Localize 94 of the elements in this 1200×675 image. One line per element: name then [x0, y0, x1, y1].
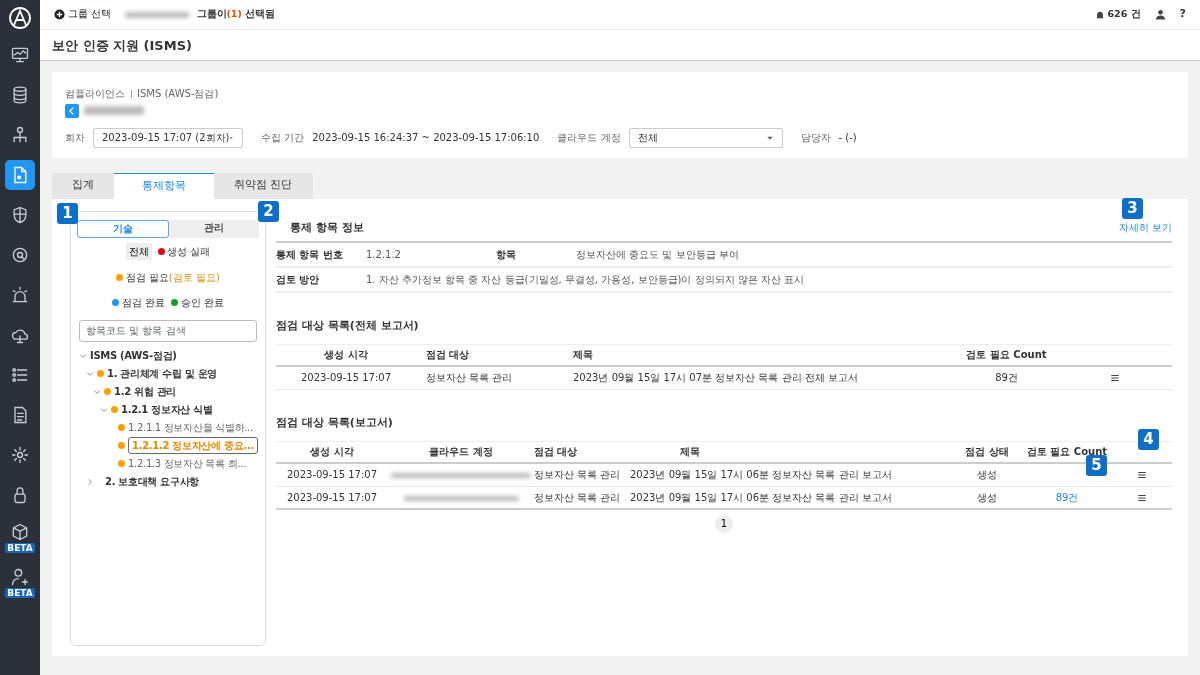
column-header: 점검 대상: [425, 348, 471, 363]
column-header: 검토 필요 Count: [965, 348, 1048, 363]
tab[interactable]: 취약점 진단: [214, 172, 313, 199]
field-label: 통제 항목 번호: [276, 247, 344, 262]
tab[interactable]: 집계: [52, 172, 114, 199]
group-select-button[interactable]: 그룹 선택: [54, 7, 111, 22]
column-header: 생성 시각: [309, 445, 355, 460]
tree-item[interactable]: 2. 보호대책 요구사항: [105, 474, 200, 489]
column-header: 생성 시각: [323, 348, 369, 363]
beta-badge: BETA: [5, 588, 35, 598]
legend-label[interactable]: 점검 완료: [121, 294, 165, 310]
count-link[interactable]: 89건: [1055, 491, 1079, 503]
cube-icon: [10, 522, 30, 542]
page-button[interactable]: 1: [715, 514, 733, 533]
person-icon: [10, 567, 30, 587]
column-header: 제목: [573, 348, 594, 363]
legend-label[interactable]: 점검 필요(검토 필요): [125, 269, 220, 285]
plus-icon: [54, 9, 65, 20]
table-cell-text: 생성: [976, 468, 998, 483]
alert-count[interactable]: 626 건: [1094, 7, 1141, 22]
tree-item[interactable]: 1. 관리체계 수립 및 운영: [107, 366, 218, 381]
table-cell-text: 2023년 09월 15일 17시 07분 정보자산 목록 관리 전체 보고서: [573, 371, 859, 386]
section-title: 통제 항목 정보: [290, 221, 364, 235]
filter-label: 수집 기간: [261, 131, 305, 145]
dropdown-field[interactable]: 2023-09-15 17:07 (2회차): [93, 127, 243, 148]
group-status-text: 그룹이(1) 선택됨: [196, 7, 276, 22]
filter-label: 담당자: [800, 131, 831, 145]
column-header: 점검 대상: [534, 445, 579, 460]
section-title: 점검 대상 목록(보고서): [276, 415, 394, 429]
tree-item[interactable]: 1.2.1 정보자산 식별: [121, 402, 213, 417]
table-cell-text: 2023-09-15 17:07: [299, 371, 393, 386]
field-label: 검토 방안: [276, 272, 321, 287]
page-title: 보안 인증 지원 (ISMS): [40, 30, 1200, 61]
field-value: 1. 자산 추가정보 항목 중 자산 등급(기밀성, 무결성, 가용성, 보안등급)이 정의되지 않은 자산 표시: [366, 272, 805, 287]
settings-icon: [10, 445, 30, 465]
field-value: 1.2.1.2: [366, 247, 402, 262]
tree-item[interactable]: 1.2.1.3 정보자산 목록 최...: [128, 456, 247, 471]
segment-button[interactable]: 기술: [77, 219, 169, 238]
sidebar-item[interactable]: BETA: [2, 520, 38, 555]
callout-badge: 2: [258, 201, 279, 222]
back-button[interactable]: [65, 103, 79, 118]
dropdown-field[interactable]: 전체: [628, 127, 783, 148]
sidebar-item[interactable]: [5, 160, 35, 190]
alarm-icon: [10, 285, 30, 305]
filter-value: - (-): [838, 131, 857, 145]
menu-icon[interactable]: [1137, 492, 1147, 503]
search-icon: [10, 245, 30, 265]
breadcrumb-item[interactable]: ISMS (AWS-점검): [137, 86, 219, 101]
bell-icon: [1094, 9, 1105, 20]
list-icon: [10, 365, 30, 385]
breadcrumb-divider: [130, 89, 132, 98]
callout-badge: 4: [1138, 429, 1159, 450]
table-cell-text: 정보자산 목록 관리: [534, 490, 622, 505]
detail-link[interactable]: 자세히 보기: [1118, 219, 1172, 235]
blurred-text: [84, 106, 144, 115]
field-value: 정보자산에 중요도 및 보안등급 부여: [576, 247, 739, 262]
filter-value: 2023-09-15 16:24:37 ~ 2023-09-15 17:06:10: [312, 131, 540, 145]
filter-label: 클라우드 계정: [557, 131, 621, 145]
column-header: 제목: [679, 445, 701, 460]
legend-label[interactable]: 생성 실패: [167, 243, 211, 259]
user-icon[interactable]: [1154, 9, 1166, 20]
table-cell-text: 정보자산 목록 관리: [425, 371, 514, 386]
legend-label[interactable]: 승인 완료: [180, 294, 224, 310]
tab[interactable]: 통제항목: [114, 172, 214, 199]
tree-item[interactable]: 1.2 위험 관리: [114, 384, 176, 399]
tree-item[interactable]: ISMS (AWS-점검): [90, 348, 177, 363]
table-cell-text: 정보자산 목록 관리: [534, 468, 622, 483]
tree-item[interactable]: 1.2.1.1 정보자산을 식별하...: [128, 420, 253, 435]
blurred-text: [124, 11, 189, 18]
column-header: 클라우드 계정: [428, 445, 494, 460]
table-cell-text: 2023년 09월 15일 17시 06분 정보자산 목록 관리 보고서: [629, 468, 893, 483]
column-header: 점검 상태: [964, 445, 1010, 460]
section-title: 점검 대상 목록(전체 보고서): [276, 318, 420, 332]
breadcrumb-item[interactable]: 컴플라이언스: [65, 86, 125, 101]
table-cell-text: 2023-09-15 17:07: [285, 468, 379, 483]
beta-badge: BETA: [5, 543, 35, 553]
callout-badge: 1: [57, 203, 78, 224]
help-button[interactable]: ?: [1179, 6, 1186, 23]
search-field[interactable]: 항목코드 및 항목 검색: [79, 319, 257, 342]
column-header: 검토 필요 Count: [1025, 445, 1109, 458]
logo-icon: [8, 6, 32, 30]
field-label: 항목: [496, 247, 517, 262]
filter-label: 회차: [65, 131, 85, 145]
legend-filter[interactable]: 전체: [125, 242, 152, 260]
menu-icon[interactable]: [1109, 373, 1120, 384]
menu-icon[interactable]: [1137, 470, 1147, 481]
table-cell-text: 생성: [976, 490, 998, 505]
table-cell-text: 89건: [994, 371, 1019, 386]
table-cell-text: 2023-09-15 17:07: [285, 490, 379, 505]
callout-badge: 5: [1086, 455, 1107, 476]
sidebar-item[interactable]: BETA: [2, 565, 38, 600]
table-cell-text: 2023년 09월 15일 17시 06분 정보자산 목록 관리 보고서: [629, 490, 893, 505]
monitor-icon: [10, 45, 30, 65]
callout-badge: 3: [1122, 198, 1143, 219]
